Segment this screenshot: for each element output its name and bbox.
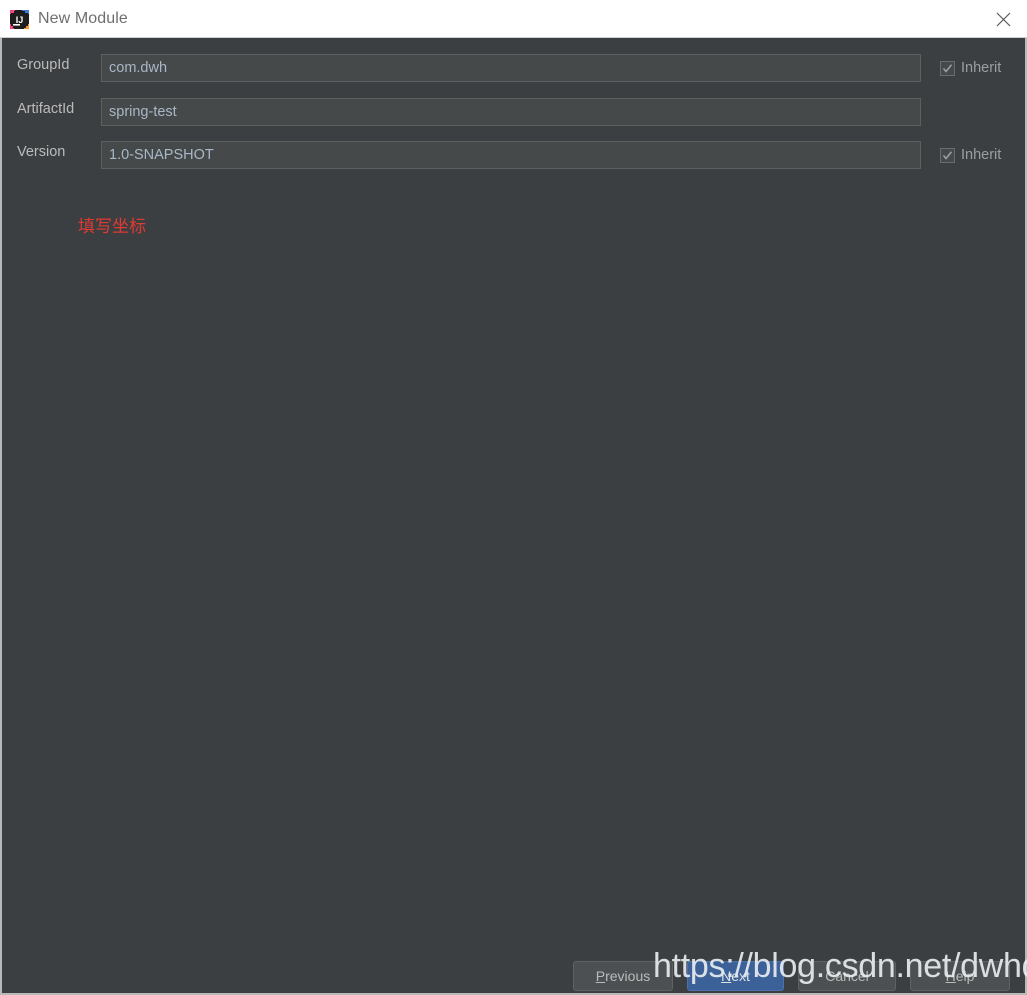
groupid-inherit-label: Inherit [961, 60, 1002, 76]
maven-coordinates-form: GroupId Inherit ArtifactId Vers [2, 38, 1025, 991]
dialog-button-bar: Previous Next Cancel Help [2, 948, 1025, 993]
annotation-text: 填写坐标 [78, 217, 146, 237]
artifactid-input[interactable] [101, 98, 921, 126]
form-row-groupid: GroupId Inherit [2, 54, 1025, 82]
help-button-mnemonic: H [945, 968, 956, 984]
groupid-inherit-checkbox[interactable] [940, 60, 955, 76]
next-button[interactable]: Next [687, 961, 784, 991]
previous-button-label: revious [605, 968, 651, 984]
version-inherit-checkbox[interactable] [940, 147, 955, 163]
help-button-label: elp [955, 968, 975, 984]
groupid-input[interactable] [101, 54, 921, 82]
cancel-button-label: Cancel [825, 968, 869, 984]
dialog-content: GroupId Inherit ArtifactId Vers [0, 38, 1027, 995]
close-icon[interactable] [981, 0, 1027, 37]
next-button-mnemonic: N [721, 968, 732, 984]
form-row-artifactid: ArtifactId [2, 98, 1025, 126]
dialog-title: New Module [38, 10, 128, 27]
dialog-titlebar: IJ New Module [0, 0, 1027, 38]
previous-button[interactable]: Previous [573, 961, 673, 991]
groupid-label: GroupId [17, 57, 70, 73]
help-button[interactable]: Help [910, 961, 1010, 991]
version-label: Version [17, 144, 66, 160]
previous-button-mnemonic: P [595, 968, 606, 984]
intellij-idea-icon: IJ [9, 9, 30, 30]
version-input[interactable] [101, 141, 921, 169]
form-row-version: Version Inherit [2, 141, 1025, 169]
next-button-label: ext [731, 968, 750, 984]
svg-text:IJ: IJ [16, 15, 24, 25]
version-inherit-label: Inherit [961, 147, 1002, 163]
version-inherit-group[interactable]: Inherit [940, 144, 1001, 166]
new-module-dialog: IJ New Module GroupId com.dwh Inherit Ar… [0, 0, 1027, 995]
artifactid-label: ArtifactId [17, 101, 75, 117]
cancel-button[interactable]: Cancel [798, 961, 896, 991]
groupid-inherit-group[interactable]: Inherit [940, 57, 1001, 79]
